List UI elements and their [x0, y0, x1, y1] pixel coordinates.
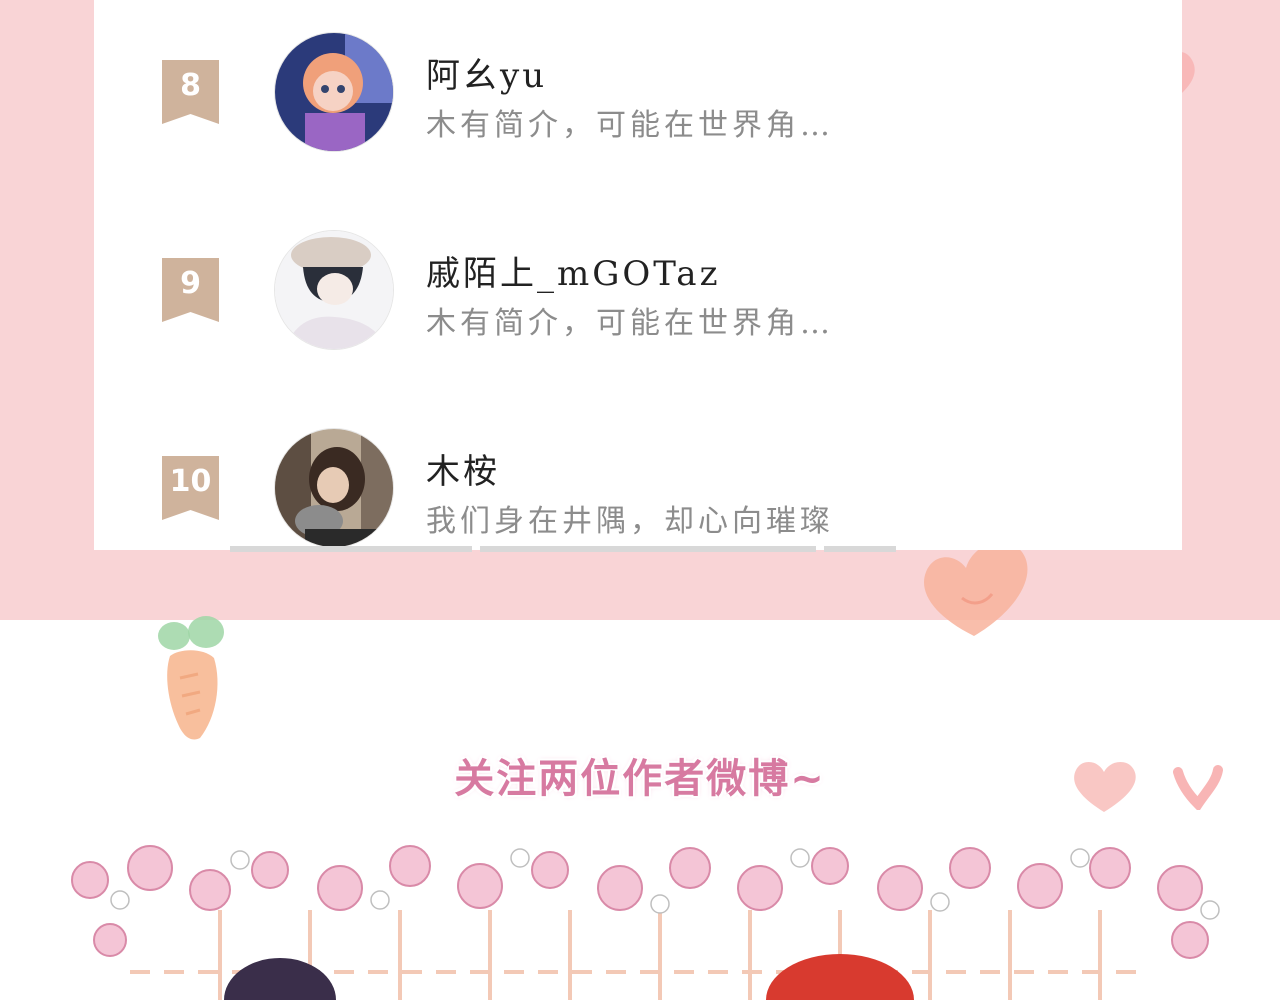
user-bio: 木有简介，可能在世界角…	[426, 306, 834, 341]
avatar[interactable]	[274, 32, 394, 152]
username[interactable]: 木桉	[426, 444, 500, 493]
carrot-icon	[158, 616, 224, 740]
avatar[interactable]	[274, 428, 394, 548]
scrollbar-segment	[480, 546, 816, 552]
rank-number: 9	[180, 266, 201, 301]
user-bio: 我们身在井隅，却心向璀璨	[426, 504, 834, 539]
rank-badge: 10	[162, 456, 219, 520]
user-bio: 木有简介，可能在世界角…	[426, 108, 834, 143]
ranking-row[interactable]: 8 阿幺yu 木有简介，可能在世界角…	[94, 28, 1182, 158]
rank-badge: 9	[162, 258, 219, 322]
rank-badge: 8	[162, 60, 219, 124]
scrollbar-segment	[230, 546, 472, 552]
rank-number: 8	[180, 68, 201, 103]
avatar[interactable]	[274, 230, 394, 350]
flower-garland	[71, 845, 1220, 1000]
section-title: 关注两位作者微博~	[454, 756, 826, 802]
ranking-card: 8 阿幺yu 木有简介，可能在世界角… 9 戚陌上_mGOTaz 木有简介，可能…	[94, 0, 1182, 550]
ranking-row[interactable]: 9 戚陌上_mGOTaz 木有简介，可能在世界角…	[94, 226, 1182, 356]
ranking-row[interactable]: 10 木桉 我们身在井隅，却心向璀璨	[94, 424, 1182, 554]
username[interactable]: 阿幺yu	[426, 48, 547, 97]
scrollbar-segment	[824, 546, 896, 552]
rank-number: 10	[169, 464, 212, 499]
username[interactable]: 戚陌上_mGOTaz	[426, 246, 721, 295]
